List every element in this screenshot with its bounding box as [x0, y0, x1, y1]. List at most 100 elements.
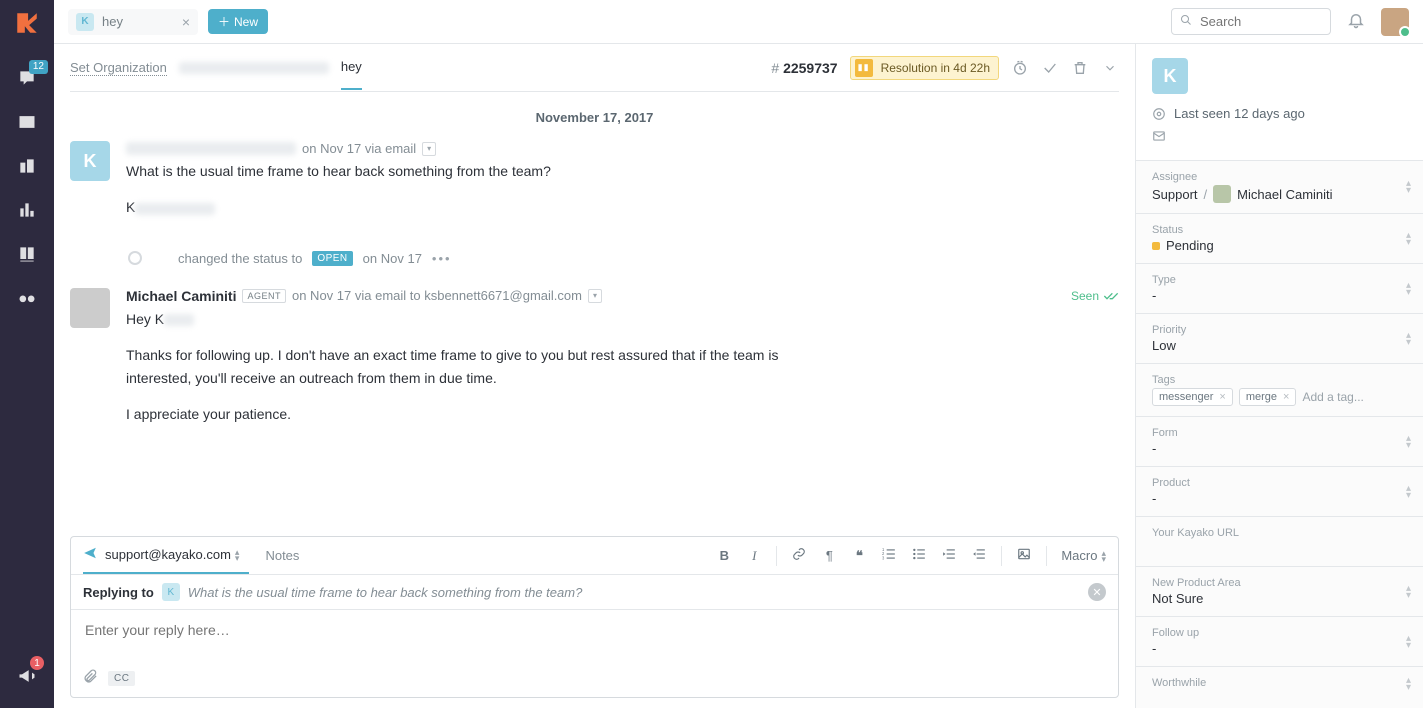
- updown-icon[interactable]: ▴▾: [1406, 435, 1411, 449]
- tab-avatar: K: [76, 13, 94, 31]
- field-priority[interactable]: Priority Low ▴▾: [1136, 314, 1423, 364]
- activity-text: changed the status to: [178, 251, 302, 266]
- nav-contacts[interactable]: [0, 100, 54, 144]
- updown-icon[interactable]: ▴▾: [1406, 485, 1411, 499]
- snooze-icon[interactable]: [1011, 60, 1029, 76]
- main-panel: Set Organization hey # 2259737 ▮▮ Resolu…: [54, 44, 1135, 708]
- add-tag-input[interactable]: Add a tag...: [1302, 390, 1363, 404]
- search-input[interactable]: [1198, 13, 1322, 30]
- nav-inbox[interactable]: 12: [0, 56, 54, 100]
- left-sidebar: 12 1: [0, 0, 54, 708]
- complete-icon[interactable]: [1041, 60, 1059, 76]
- nav-knowledgebase[interactable]: [0, 232, 54, 276]
- field-tags[interactable]: Tags messenger× merge× Add a tag...: [1136, 364, 1423, 417]
- remove-tag-icon[interactable]: ×: [1283, 391, 1289, 403]
- outdent-icon[interactable]: [941, 547, 957, 564]
- message-options-caret[interactable]: ▾: [422, 142, 436, 156]
- tag-chip[interactable]: messenger×: [1152, 388, 1233, 406]
- assignee-avatar: [1213, 185, 1231, 203]
- notes-tab[interactable]: Notes: [265, 548, 299, 563]
- field-form[interactable]: Form - ▴▾: [1136, 417, 1423, 467]
- seen-indicator: Seen: [1071, 289, 1119, 303]
- macro-button[interactable]: Macro ▴▾: [1061, 548, 1106, 563]
- nav-reports[interactable]: [0, 188, 54, 232]
- updown-icon[interactable]: ▴▾: [1406, 677, 1411, 691]
- tag-chip[interactable]: merge×: [1239, 388, 1297, 406]
- replying-to-label: Replying to: [83, 585, 154, 600]
- image-icon[interactable]: [1016, 547, 1032, 564]
- field-assignee[interactable]: Assignee Support / Michael Caminiti ▴▾: [1136, 161, 1423, 214]
- field-product[interactable]: Product - ▴▾: [1136, 467, 1423, 517]
- nav-eyewear[interactable]: [0, 276, 54, 320]
- message-agent: Michael Caminiti AGENT on Nov 17 via ema…: [70, 288, 1119, 440]
- indent-icon[interactable]: [971, 547, 987, 564]
- list-ordered-icon[interactable]: 123: [881, 547, 897, 564]
- reply-composer: support@kayako.com ▴▾ Notes B I ¶ ❝ 123: [70, 536, 1119, 698]
- date-separator: November 17, 2017: [70, 110, 1119, 125]
- requester-name-redacted: [179, 62, 329, 74]
- nav-announcements[interactable]: 1: [0, 654, 54, 698]
- remove-tag-icon[interactable]: ×: [1219, 391, 1225, 403]
- agent-avatar: [70, 288, 110, 328]
- nav-organizations[interactable]: [0, 144, 54, 188]
- message-line: Hey K: [126, 308, 1119, 330]
- updown-icon[interactable]: ▴▾: [1406, 585, 1411, 599]
- remove-context-icon[interactable]: ✕: [1088, 583, 1106, 601]
- set-organization-link[interactable]: Set Organization: [70, 60, 167, 76]
- italic-icon[interactable]: I: [746, 548, 762, 564]
- updown-icon[interactable]: ▴▾: [1406, 232, 1411, 246]
- signature-line: K: [126, 196, 1119, 218]
- activity-more-icon[interactable]: •••: [432, 251, 452, 266]
- list-bullet-icon[interactable]: [911, 547, 927, 564]
- field-kayako-url[interactable]: Your Kayako URL: [1136, 517, 1423, 567]
- updown-icon[interactable]: ▴▾: [235, 549, 240, 561]
- email-icon[interactable]: [1152, 129, 1407, 146]
- search-box[interactable]: [1171, 8, 1331, 35]
- message-options-caret[interactable]: ▾: [588, 289, 602, 303]
- trash-icon[interactable]: [1071, 60, 1089, 76]
- open-tab[interactable]: K hey ×: [68, 9, 198, 35]
- quote-icon[interactable]: ❝: [851, 548, 867, 564]
- activity-dot-icon: [128, 251, 142, 265]
- activity-status-change: changed the status to OPEN on Nov 17 •••: [126, 251, 1119, 266]
- link-icon[interactable]: [791, 547, 807, 564]
- paragraph-icon[interactable]: ¶: [821, 548, 837, 563]
- right-panel: K Last seen 12 days ago Assignee Support…: [1135, 44, 1423, 708]
- updown-icon[interactable]: ▴▾: [1406, 282, 1411, 296]
- agent-name: Michael Caminiti: [126, 288, 236, 304]
- current-user-avatar[interactable]: [1381, 8, 1409, 36]
- quoted-text: What is the usual time frame to hear bac…: [188, 585, 583, 600]
- announce-count-badge: 1: [30, 656, 44, 670]
- reply-textarea[interactable]: [83, 620, 1106, 656]
- last-seen: Last seen 12 days ago: [1152, 106, 1407, 121]
- chevron-down-icon[interactable]: [1101, 61, 1119, 75]
- field-status[interactable]: Status Pending ▴▾: [1136, 214, 1423, 264]
- brand-logo[interactable]: [14, 10, 40, 36]
- requester-big-avatar: K: [1152, 58, 1188, 94]
- from-address: support@kayako.com: [105, 547, 231, 562]
- bold-icon[interactable]: B: [716, 548, 732, 563]
- field-followup[interactable]: Follow up - ▴▾: [1136, 617, 1423, 667]
- field-new-product-area[interactable]: New Product Area Not Sure ▴▾: [1136, 567, 1423, 617]
- sla-text: Resolution in 4d 22h: [881, 61, 990, 75]
- new-button-label: New: [234, 15, 258, 29]
- reply-channel-tab[interactable]: support@kayako.com ▴▾: [83, 537, 249, 574]
- new-button[interactable]: ＋ New: [208, 9, 268, 34]
- updown-icon[interactable]: ▴▾: [1406, 635, 1411, 649]
- sla-badge[interactable]: ▮▮ Resolution in 4d 22h: [850, 56, 999, 80]
- activity-status-badge: OPEN: [312, 251, 352, 266]
- status-color-icon: [1152, 242, 1160, 250]
- updown-icon[interactable]: ▴▾: [1406, 180, 1411, 194]
- cc-button[interactable]: CC: [108, 671, 135, 686]
- search-icon: [1180, 14, 1192, 29]
- updown-icon[interactable]: ▴▾: [1406, 332, 1411, 346]
- notifications-icon[interactable]: [1347, 11, 1365, 32]
- close-tab-icon[interactable]: ×: [182, 14, 190, 30]
- context-avatar: K: [162, 583, 180, 601]
- message-line: I appreciate your patience.: [126, 403, 1119, 425]
- field-type[interactable]: Type - ▴▾: [1136, 264, 1423, 314]
- send-icon: [83, 546, 97, 563]
- activity-time: on Nov 17: [363, 251, 422, 266]
- field-worthwhile[interactable]: Worthwhile ▴▾: [1136, 667, 1423, 701]
- attachment-icon[interactable]: [83, 669, 98, 687]
